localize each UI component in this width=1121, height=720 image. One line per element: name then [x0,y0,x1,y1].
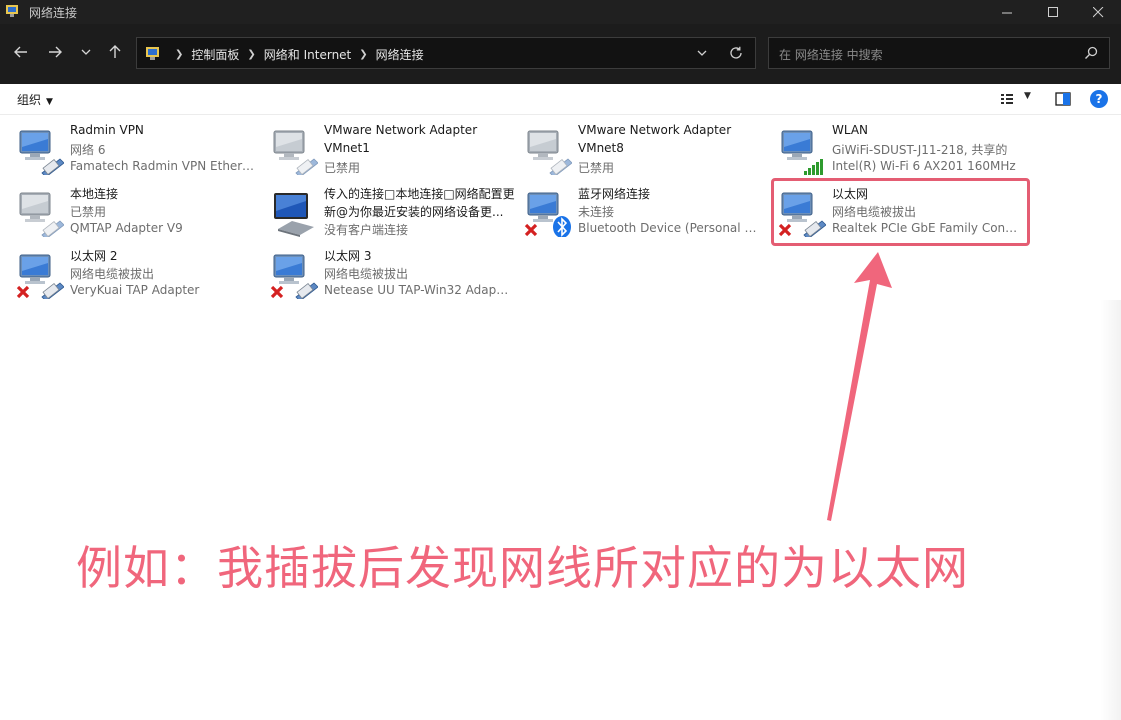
breadcrumb-separator-icon: ❯ [175,49,184,60]
connection-status: 网络电缆被拔出 [324,267,409,281]
connection-device: Netease UU TAP-Win32 Adapt... [324,283,510,297]
connection-name: WLAN [832,123,869,137]
network-adapter-icon [19,130,64,175]
minimize-button[interactable] [984,0,1030,24]
chevron-down-icon [81,49,91,55]
minimize-icon [1001,12,1012,13]
maximize-button[interactable] [1030,0,1076,24]
list-item[interactable]: VMware Network Adapter VMnet1 已禁用 [270,123,510,177]
connection-status: 已禁用 [70,205,107,219]
organize-menu-button[interactable]: 组织 ▼ [17,91,53,108]
ethernet-adapter-icon [16,254,64,299]
caret-down-icon: ▼ [1024,91,1031,101]
chevron-down-icon [697,50,707,56]
network-adapter-disabled-icon [19,192,64,237]
search-input[interactable]: 在 网络连接 中搜索 [779,46,883,63]
address-history-button[interactable] [693,44,711,62]
address-bar[interactable]: ❯ 控制面板 ❯ 网络和 Internet ❯ 网络连接 [136,37,756,69]
network-adapter-disabled-icon [527,130,572,175]
breadcrumb-separator-icon: ❯ [247,49,256,60]
connection-name: Radmin VPN [70,123,144,137]
help-button[interactable]: ? [1090,90,1108,108]
connection-status: 网络 6 [70,143,106,157]
maximize-icon [1047,6,1058,17]
arrow-right-icon [49,46,62,58]
close-button[interactable] [1075,0,1121,24]
bluetooth-network-icon [524,192,571,237]
recent-locations-button[interactable] [75,41,97,63]
annotation-arrow-icon [827,252,892,521]
connection-name: 以太网 3 [324,249,372,263]
connection-name-continued: VMnet8 [578,141,624,155]
breadcrumb-separator-icon: ❯ [359,49,368,60]
connection-name: 本地连接 [70,187,119,201]
help-icon: ? [1095,92,1103,106]
list-item[interactable]: 以太网 3 网络电缆被拔出 Netease UU TAP-Win32 Adapt… [270,247,510,301]
connection-device: QMTAP Adapter V9 [70,221,183,235]
ethernet-adapter-icon [270,254,318,299]
command-bar: 组织 ▼ ▼ ? [0,84,1121,115]
connection-device: Bluetooth Device (Personal Ar... [578,221,764,235]
connection-device: Famatech Radmin VPN Ethern... [70,159,256,173]
organize-label: 组织 [17,93,42,107]
list-item[interactable]: Radmin VPN 网络 6 Famatech Radmin VPN Ethe… [16,123,256,177]
connection-status: 已禁用 [324,161,361,175]
refresh-icon [730,46,742,59]
navigation-bar: ❯ 控制面板 ❯ 网络和 Internet ❯ 网络连接 在 网络连接 中搜索 [0,24,1121,84]
window-title: 网络连接 [29,6,78,20]
annotation-text: 例如：我插拔后发现网线所对应的为以太网 [76,541,969,595]
connection-name-continued: VMnet1 [324,141,370,155]
list-item[interactable]: 蓝牙网络连接 未连接 Bluetooth Device (Personal Ar… [524,185,764,239]
list-item[interactable]: 传入的连接□本地连接□网络配置更 新@为你最近安装的网络设备更... 没有客户端… [270,185,516,239]
caret-down-icon: ▼ [46,97,53,107]
title-bar: 网络连接 [0,0,1121,24]
window-edge-shadow [1100,300,1121,720]
breadcrumb: ❯ 控制面板 ❯ 网络和 Internet ❯ 网络连接 [167,46,424,63]
preview-pane-icon[interactable] [1054,90,1072,108]
breadcrumb-item-network-internet[interactable]: 网络和 Internet [264,46,351,63]
connection-name-continued: 新@为你最近安装的网络设备更... [324,205,504,219]
arrow-left-icon [14,46,27,58]
breadcrumb-item-control-panel[interactable]: 控制面板 [191,46,239,63]
breadcrumb-item-network-connections[interactable]: 网络连接 [376,46,424,63]
connection-device: Intel(R) Wi-Fi 6 AX201 160MHz [832,159,1016,173]
connection-name: VMware Network Adapter [324,123,478,137]
forward-button[interactable] [44,41,66,63]
search-icon [1085,46,1098,59]
highlight-box [771,178,1030,246]
list-item[interactable]: 本地连接 已禁用 QMTAP Adapter V9 [16,185,256,239]
network-adapter-disabled-icon [273,130,318,175]
control-panel-icon [146,47,159,60]
incoming-connection-icon [274,193,314,237]
connection-status: 未连接 [578,205,615,219]
connection-device: VeryKuai TAP Adapter [70,283,200,297]
close-icon [1092,6,1103,17]
up-button[interactable] [104,41,126,63]
connection-status: 网络电缆被拔出 [70,267,155,281]
network-connections-app-icon [6,5,18,17]
connection-name: 传入的连接□本地连接□网络配置更 [324,187,515,201]
connection-status: GiWiFi-SDUST-J11-218, 共享的 [832,143,1008,157]
connection-status: 没有客户端连接 [324,223,409,237]
back-button[interactable] [10,41,32,63]
connection-status: 已禁用 [578,161,615,175]
list-item[interactable]: WLAN GiWiFi-SDUST-J11-218, 共享的 Intel(R) … [778,123,1028,177]
refresh-button[interactable] [727,44,745,62]
connection-name: VMware Network Adapter [578,123,732,137]
wifi-adapter-icon [781,130,823,175]
connection-name: 蓝牙网络连接 [578,187,651,201]
list-item[interactable]: 以太网 2 网络电缆被拔出 VeryKuai TAP Adapter [16,247,256,301]
search-box[interactable]: 在 网络连接 中搜索 [768,37,1110,69]
details-view-icon [1001,94,1013,104]
list-item[interactable]: VMware Network Adapter VMnet8 已禁用 [524,123,764,177]
connection-name: 以太网 2 [70,249,118,263]
arrow-up-icon [109,45,121,58]
change-view-button[interactable]: ▼ [1000,90,1040,108]
